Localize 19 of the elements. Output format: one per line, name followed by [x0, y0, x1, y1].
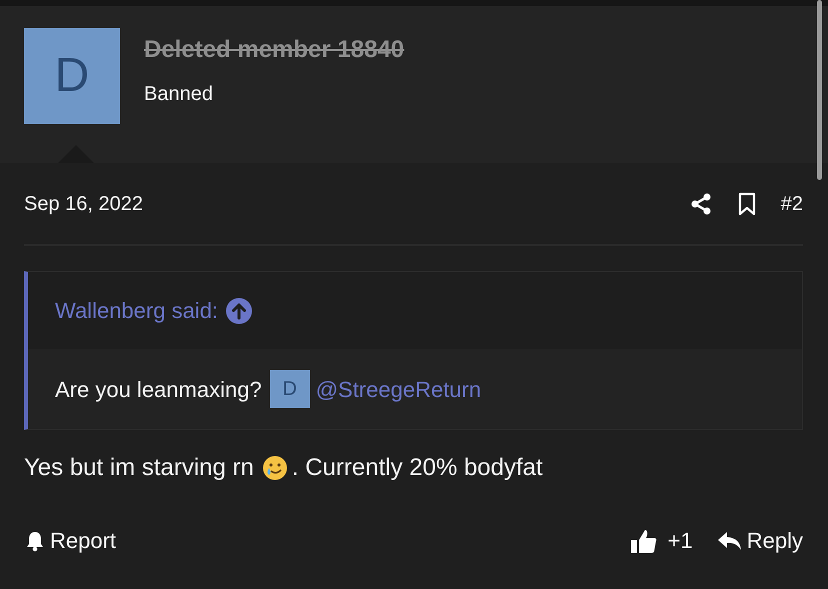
bookmark-icon[interactable]	[736, 192, 757, 216]
message-text: . Currently 20% bodyfat	[292, 453, 543, 483]
share-icon[interactable]	[688, 192, 713, 216]
username: Deleted member 18840	[144, 36, 404, 65]
reply-button[interactable]: Reply	[716, 524, 803, 557]
user-title: Banned	[144, 82, 214, 107]
quote-attribution[interactable]: Wallenberg said:	[55, 294, 218, 327]
reply-arrow-icon	[716, 530, 743, 552]
bell-icon	[24, 530, 46, 552]
scrollbar-thumb[interactable]	[817, 0, 822, 180]
crying-smile-emoji-icon	[262, 455, 288, 481]
mention-link[interactable]: @StreegeReturn	[316, 372, 482, 406]
report-button[interactable]: Report	[24, 524, 116, 557]
message-text: Yes but im starving rn	[24, 453, 254, 483]
arrow-up-icon[interactable]	[226, 298, 252, 324]
quote-text: Are you leanmaxing?	[55, 376, 262, 404]
post-date[interactable]: Sep 16, 2022	[24, 188, 143, 218]
post-number[interactable]: #2	[780, 188, 803, 218]
like-button[interactable]: +1	[630, 524, 693, 557]
